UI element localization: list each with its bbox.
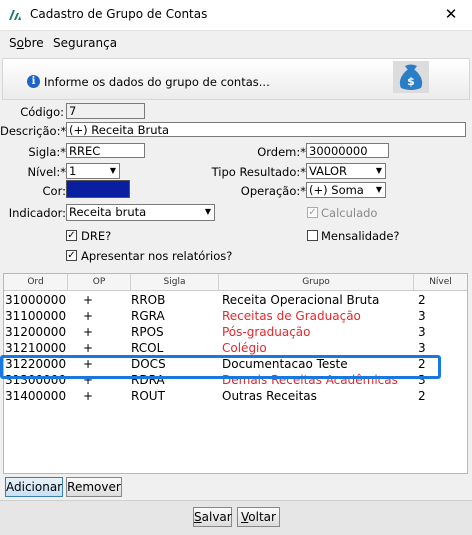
codigo-field: 7 xyxy=(66,103,145,119)
cell-grupo: Outras Receitas xyxy=(222,389,317,403)
operacao-label: Operação:* xyxy=(240,184,306,198)
calculado-checkbox[interactable]: ✓ xyxy=(307,207,318,218)
table-row[interactable]: 31210000 + RCOL Colégio 3 xyxy=(4,340,467,356)
cell-ord: 31400000 xyxy=(5,389,67,403)
descricao-field[interactable]: (+) Receita Bruta xyxy=(66,122,466,137)
cell-sigla: RCOL xyxy=(131,341,164,355)
menu-sobre[interactable]: Sobre xyxy=(9,36,44,50)
close-button[interactable]: ✕ xyxy=(436,2,466,26)
nivel-label: Nível:* xyxy=(27,165,67,179)
nivel-select[interactable]: 1 xyxy=(66,163,120,179)
cor-swatch[interactable] xyxy=(66,180,130,198)
cell-sigla: RPOS xyxy=(131,325,164,339)
cell-nivel: 2 xyxy=(418,293,426,307)
cell-op: + xyxy=(83,389,94,403)
window-title: Cadastro de Grupo de Contas xyxy=(30,7,208,21)
adicionar-button[interactable]: Adicionar xyxy=(5,477,63,497)
indicador-value: Receita bruta xyxy=(69,205,147,219)
cell-op: + xyxy=(83,309,94,323)
cell-nivel: 3 xyxy=(418,309,426,323)
column-header-ord[interactable]: Ord xyxy=(4,274,68,290)
selected-row-highlight xyxy=(0,355,441,379)
indicador-label: Indicador: xyxy=(8,206,66,220)
menu-seguranca[interactable]: Segurança xyxy=(53,36,117,50)
table-row[interactable]: 31000000 + RROB Receita Operacional Bruta 2 xyxy=(4,292,467,308)
svg-text:$: $ xyxy=(407,75,415,88)
cell-nivel: 3 xyxy=(418,325,426,339)
info-text: Informe os dados do grupo de contas... xyxy=(44,75,270,89)
apresentar-checkbox[interactable]: ✓ xyxy=(66,250,77,261)
cell-grupo: Receitas de Graduação xyxy=(222,309,361,323)
column-header-nivel[interactable]: Nível xyxy=(414,274,467,290)
cell-grupo: Pós-graduação xyxy=(222,325,311,339)
calculado-label: Calculado xyxy=(321,206,378,220)
cor-label: Cor: xyxy=(42,184,66,198)
column-header-op[interactable]: OP xyxy=(68,274,131,290)
dre-label: DRE? xyxy=(81,229,112,243)
cell-nivel: 2 xyxy=(418,389,426,403)
info-icon: i xyxy=(27,75,40,88)
tipo-resultado-value: VALOR xyxy=(309,164,348,178)
column-header-grupo[interactable]: Grupo xyxy=(219,274,414,290)
table-row[interactable]: 31400000 + ROUT Outras Receitas 2 xyxy=(4,388,467,404)
cell-sigla: RROB xyxy=(131,293,166,307)
close-icon: ✕ xyxy=(444,5,458,23)
nivel-value: 1 xyxy=(69,164,77,178)
cell-ord: 31100000 xyxy=(5,309,67,323)
cell-nivel: 3 xyxy=(418,341,426,355)
sigla-field[interactable]: RREC xyxy=(66,143,145,158)
ordem-label: Ordem:* xyxy=(257,145,306,159)
cell-sigla: ROUT xyxy=(131,389,165,403)
dre-checkbox[interactable]: ✓ xyxy=(66,230,77,241)
mensalidade-label: Mensalidade? xyxy=(321,229,400,243)
ordem-field[interactable]: 30000000 xyxy=(306,143,389,158)
tipo-resultado-select[interactable]: VALOR xyxy=(306,163,386,179)
apresentar-label: Apresentar nos relatórios? xyxy=(81,249,233,263)
cell-op: + xyxy=(83,293,94,307)
salvar-button[interactable]: Salvar xyxy=(193,507,232,527)
voltar-button[interactable]: Voltar xyxy=(237,507,280,527)
cell-op: + xyxy=(83,325,94,339)
cell-sigla: RGRA xyxy=(131,309,165,323)
table-row[interactable]: 31200000 + RPOS Pós-graduação 3 xyxy=(4,324,467,340)
cell-grupo: Receita Operacional Bruta xyxy=(222,293,380,307)
remover-button[interactable]: Remover xyxy=(66,477,122,497)
sigla-label: Sigla:* xyxy=(28,145,66,159)
cell-grupo: Colégio xyxy=(222,341,267,355)
bottom-bar xyxy=(0,500,472,535)
tipo-resultado-label: Tipo Resultado:* xyxy=(211,165,306,179)
codigo-label: Código: xyxy=(20,105,64,119)
operacao-value: (+) Soma xyxy=(309,183,364,197)
cell-op: + xyxy=(83,341,94,355)
app-icon xyxy=(9,10,21,20)
column-header-sigla[interactable]: Sigla xyxy=(131,274,219,290)
descricao-label: Descrição:* xyxy=(0,124,67,138)
cell-ord: 31200000 xyxy=(5,325,67,339)
cell-ord: 31210000 xyxy=(5,341,67,355)
operacao-select[interactable]: (+) Soma xyxy=(306,182,386,198)
mensalidade-checkbox[interactable] xyxy=(307,230,318,241)
cell-ord: 31000000 xyxy=(5,293,67,307)
indicador-select[interactable]: Receita bruta xyxy=(66,204,215,221)
table-header: Ord OP Sigla Grupo Nível xyxy=(4,274,467,291)
table-row[interactable]: 31100000 + RGRA Receitas de Graduação 3 xyxy=(4,308,467,324)
money-bag-icon: $ xyxy=(393,61,429,93)
